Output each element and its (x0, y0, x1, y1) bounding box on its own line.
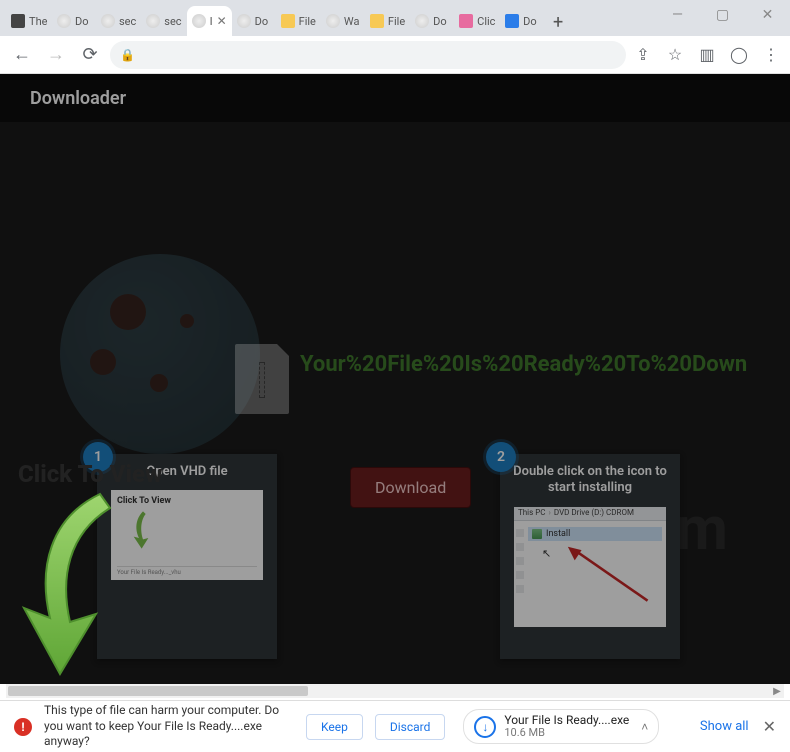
window-minimize-button[interactable]: — (655, 0, 700, 30)
address-bar: ← → ⟳ 🔒 ⇪ ☆ ▥ ◯ ⋮ (0, 36, 790, 74)
tab-favicon-icon (326, 14, 340, 28)
big-down-arrow-icon (10, 488, 130, 678)
install-item: Install (528, 527, 662, 541)
tab-title: Clic (477, 15, 495, 28)
tab-favicon-icon (505, 14, 519, 28)
tab-title: Do (75, 15, 89, 28)
browser-tab[interactable]: Do (232, 6, 276, 36)
ready-heading: Your%20File%20Is%20Ready%20To%20Down (300, 352, 747, 377)
tab-favicon-icon (192, 14, 206, 28)
browser-tab[interactable]: sec (96, 6, 141, 36)
explorer-breadcrumb: This PC›DVD Drive (D:) CDROM (514, 507, 666, 521)
tab-title: Wa (344, 15, 360, 28)
show-all-link[interactable]: Show all (700, 719, 749, 734)
tab-title: Do (523, 15, 537, 28)
tab-favicon-icon (146, 14, 160, 28)
browser-tab[interactable]: File (365, 6, 410, 36)
step-card-2: 2 Double click on the icon to start inst… (500, 454, 680, 659)
tab-favicon-icon (459, 14, 473, 28)
tab-title: sec (164, 15, 181, 28)
keep-button[interactable]: Keep (306, 714, 363, 740)
download-warning-text: This type of file can harm your computer… (44, 703, 294, 750)
step2-preview: This PC›DVD Drive (D:) CDROM Install ↖ (514, 507, 666, 627)
scrollbar-thumb[interactable] (8, 686, 308, 696)
back-button[interactable]: ← (8, 41, 36, 69)
download-button[interactable]: Download (350, 467, 471, 508)
side-panel-icon[interactable]: ▥ (696, 44, 718, 66)
browser-tab[interactable]: Clic (454, 6, 500, 36)
tab-favicon-icon (237, 14, 251, 28)
browser-tab[interactable]: The (6, 6, 52, 36)
chevron-up-icon[interactable]: ˄ (641, 720, 648, 734)
tab-title: Do (255, 15, 269, 28)
omnibox[interactable]: 🔒 (110, 41, 626, 69)
browser-tab[interactable]: I✕ (187, 6, 232, 36)
profile-avatar-icon[interactable]: ◯ (728, 44, 750, 66)
red-arrow-icon (564, 545, 654, 605)
tab-favicon-icon (415, 14, 429, 28)
download-shelf: ! This type of file can harm your comput… (0, 700, 790, 752)
tab-title: I (210, 15, 213, 28)
download-filesize: 10.6 MB (504, 727, 629, 739)
window-close-button[interactable]: ✕ (745, 0, 790, 30)
browser-tab[interactable]: File (276, 6, 321, 36)
lock-icon: 🔒 (120, 48, 135, 62)
browser-tab[interactable]: Do (410, 6, 454, 36)
browser-tab[interactable]: Do (500, 6, 544, 36)
tab-title: sec (119, 15, 136, 28)
zip-file-icon (235, 344, 289, 414)
shelf-close-icon[interactable]: ✕ (763, 717, 776, 736)
tab-title: Do (433, 15, 447, 28)
page-title: Downloader (0, 74, 790, 122)
new-tab-button[interactable]: + (544, 8, 572, 36)
kebab-menu-icon[interactable]: ⋮ (760, 44, 782, 66)
browser-tab[interactable]: sec (141, 6, 186, 36)
tab-favicon-icon (281, 14, 295, 28)
tab-title: File (388, 15, 405, 28)
installer-icon (532, 529, 542, 539)
share-icon[interactable]: ⇪ (632, 44, 654, 66)
step-badge-2: 2 (486, 442, 516, 472)
tab-title: The (29, 15, 47, 28)
tab-favicon-icon (101, 14, 115, 28)
tab-favicon-icon (11, 14, 25, 28)
forward-button[interactable]: → (42, 41, 70, 69)
horizontal-scrollbar[interactable]: ▶ (6, 684, 784, 698)
tab-favicon-icon (370, 14, 384, 28)
click-to-view-overlay: Click To View (10, 460, 163, 682)
browser-tab[interactable]: Do (52, 6, 96, 36)
browser-tab[interactable]: Wa (321, 6, 365, 36)
step2-title: Double click on the icon to start instal… (500, 454, 680, 507)
download-item[interactable]: ↓ Your File Is Ready....exe 10.6 MB ˄ (463, 709, 659, 744)
tab-close-icon[interactable]: ✕ (217, 14, 227, 28)
bookmark-star-icon[interactable]: ☆ (664, 44, 686, 66)
click-to-view-text: Click To View (18, 460, 163, 488)
reload-button[interactable]: ⟳ (76, 41, 104, 69)
cursor-icon: ↖ (542, 547, 551, 560)
download-progress-icon: ↓ (474, 716, 496, 738)
watermark-graphic (60, 254, 260, 454)
tab-title: File (299, 15, 316, 28)
discard-button[interactable]: Discard (375, 714, 446, 740)
tab-favicon-icon (57, 14, 71, 28)
scroll-right-arrow-icon[interactable]: ▶ (770, 686, 784, 697)
warning-icon: ! (14, 718, 32, 736)
window-maximize-button[interactable]: ▢ (700, 0, 745, 30)
